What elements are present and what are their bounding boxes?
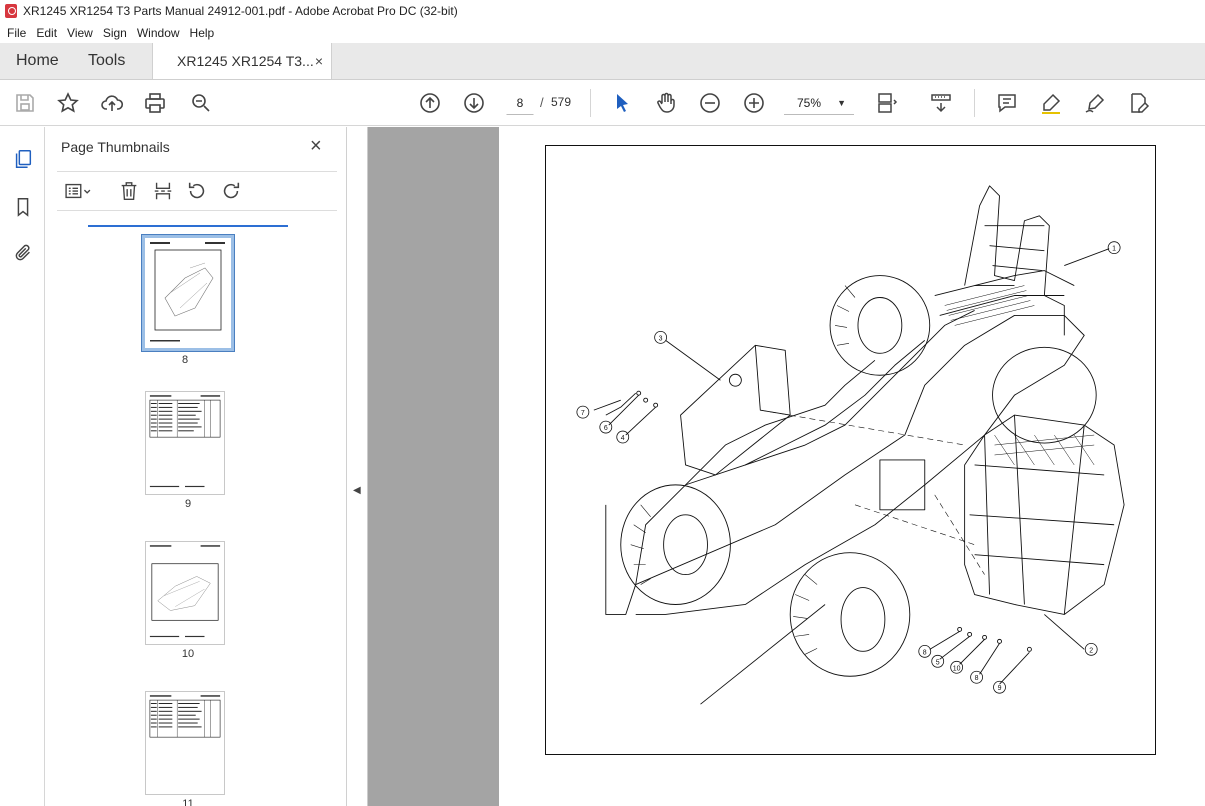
zoom-in-icon[interactable] xyxy=(741,90,767,116)
callout-label: 9 xyxy=(998,685,1002,692)
tab-document[interactable]: XR1245 XR1254 T3... × xyxy=(152,43,332,79)
collapse-left-icon[interactable]: ◀ xyxy=(353,485,361,496)
save-icon[interactable] xyxy=(12,90,38,116)
window-title: XR1245 XR1254 T3 Parts Manual 24912-001.… xyxy=(23,4,458,18)
callout-label: 6 xyxy=(604,425,608,432)
exploded-view-drawing: 1 2 3 4 5 6 7 8 9 10 8 xyxy=(576,185,1125,705)
callout-label: 1 xyxy=(1112,246,1116,253)
zoom-out-icon[interactable] xyxy=(697,90,723,116)
callout-label: 5 xyxy=(936,659,940,666)
upload-cloud-icon[interactable] xyxy=(99,90,125,116)
pdf-page: 1 2 3 4 5 6 7 8 9 10 8 xyxy=(499,127,1205,806)
acrobat-icon xyxy=(5,4,17,18)
callout-label: 3 xyxy=(659,335,663,342)
document-canvas: 1 2 3 4 5 6 7 8 9 10 8 xyxy=(368,127,1205,806)
thumbnail-label: 9 xyxy=(184,498,192,510)
page-fit-icon[interactable] xyxy=(874,90,900,116)
chevron-down-icon: ▼ xyxy=(837,98,846,108)
search-zoom-icon[interactable] xyxy=(188,90,214,116)
toolbar-divider xyxy=(590,89,591,117)
next-page-icon[interactable] xyxy=(461,90,487,116)
page-total: 579 xyxy=(551,95,572,109)
bookmark-icon[interactable] xyxy=(9,193,37,221)
thumbnail-image xyxy=(145,391,225,495)
callout-label: 7 xyxy=(581,410,585,417)
thumbnail-image xyxy=(145,691,225,795)
menu-edit[interactable]: Edit xyxy=(31,26,62,40)
edit-pdf-icon[interactable] xyxy=(1126,90,1152,116)
panel-collapse-strip[interactable]: ◀ xyxy=(347,127,368,806)
draw-sign-icon[interactable] xyxy=(1082,90,1108,116)
print-icon[interactable] xyxy=(142,90,168,116)
rotate-ccw-icon[interactable] xyxy=(185,179,209,203)
tab-tools[interactable]: Tools xyxy=(72,43,152,79)
panel-title: Page Thumbnails xyxy=(61,139,170,155)
menu-view[interactable]: View xyxy=(62,26,98,40)
page-number-input[interactable]: 8 xyxy=(506,91,534,115)
thumbnail-label: 8 xyxy=(181,354,189,366)
thumbnail-loading-bar xyxy=(88,225,288,227)
delete-icon[interactable] xyxy=(117,179,141,203)
thumbnails-panel: Page Thumbnails × 8 9 10 11 xyxy=(45,127,386,806)
thumbnail-label: 11 xyxy=(182,798,194,806)
bookmark-star-icon[interactable] xyxy=(55,90,81,116)
highlight-pen-icon[interactable] xyxy=(1038,90,1064,116)
select-cursor-icon[interactable] xyxy=(609,90,635,116)
menu-help[interactable]: Help xyxy=(185,26,220,40)
menu-window[interactable]: Window xyxy=(132,26,185,40)
thumbnail-label: 10 xyxy=(181,648,195,660)
previous-page-icon[interactable] xyxy=(417,90,443,116)
zoom-value: 75% xyxy=(797,96,822,110)
menu-file[interactable]: File xyxy=(2,26,31,40)
left-rail xyxy=(0,127,45,806)
menu-bar: File Edit View Sign Window Help xyxy=(0,22,1205,43)
callout-label: 4 xyxy=(621,435,625,442)
panel-toolbar xyxy=(57,171,337,211)
tab-home[interactable]: Home xyxy=(0,43,72,79)
page-thumbnails-icon[interactable] xyxy=(9,145,37,173)
main-toolbar: 8 / 579 75% ▼ xyxy=(0,80,1205,126)
drawing-frame: 1 2 3 4 5 6 7 8 9 10 8 xyxy=(545,145,1156,755)
callout-label: 8 xyxy=(975,675,979,682)
thumbnail-page-11[interactable]: 11 xyxy=(145,691,231,806)
page-separator: / xyxy=(540,95,544,110)
tab-bar: Home Tools XR1245 XR1254 T3... × xyxy=(0,43,1205,80)
thumbnail-page-8[interactable]: 8 xyxy=(141,234,235,366)
title-bar: XR1245 XR1254 T3 Parts Manual 24912-001.… xyxy=(0,0,1205,22)
hand-tool-icon[interactable] xyxy=(653,90,679,116)
callout-label: 8 xyxy=(923,649,927,656)
rotate-cw-icon[interactable] xyxy=(219,179,243,203)
split-pages-icon[interactable] xyxy=(151,179,175,203)
comment-icon[interactable] xyxy=(994,90,1020,116)
scroll-mode-icon[interactable] xyxy=(928,90,954,116)
close-tab-icon[interactable]: × xyxy=(315,53,323,69)
thumbnail-options-icon[interactable] xyxy=(61,179,95,203)
zoom-select[interactable]: 75% ▼ xyxy=(784,91,854,115)
document-tab-label: XR1245 XR1254 T3... xyxy=(177,53,314,69)
toolbar-divider xyxy=(974,89,975,117)
attachment-icon[interactable] xyxy=(9,239,37,267)
callout-label: 2 xyxy=(1089,647,1093,654)
thumbnail-image xyxy=(145,541,225,645)
callout-label: 10 xyxy=(953,665,961,672)
thumbnail-page-10[interactable]: 10 xyxy=(145,541,231,660)
thumbnail-image xyxy=(141,234,235,352)
menu-sign[interactable]: Sign xyxy=(98,26,132,40)
close-panel-icon[interactable]: × xyxy=(310,135,322,158)
thumbnail-page-9[interactable]: 9 xyxy=(145,391,231,510)
